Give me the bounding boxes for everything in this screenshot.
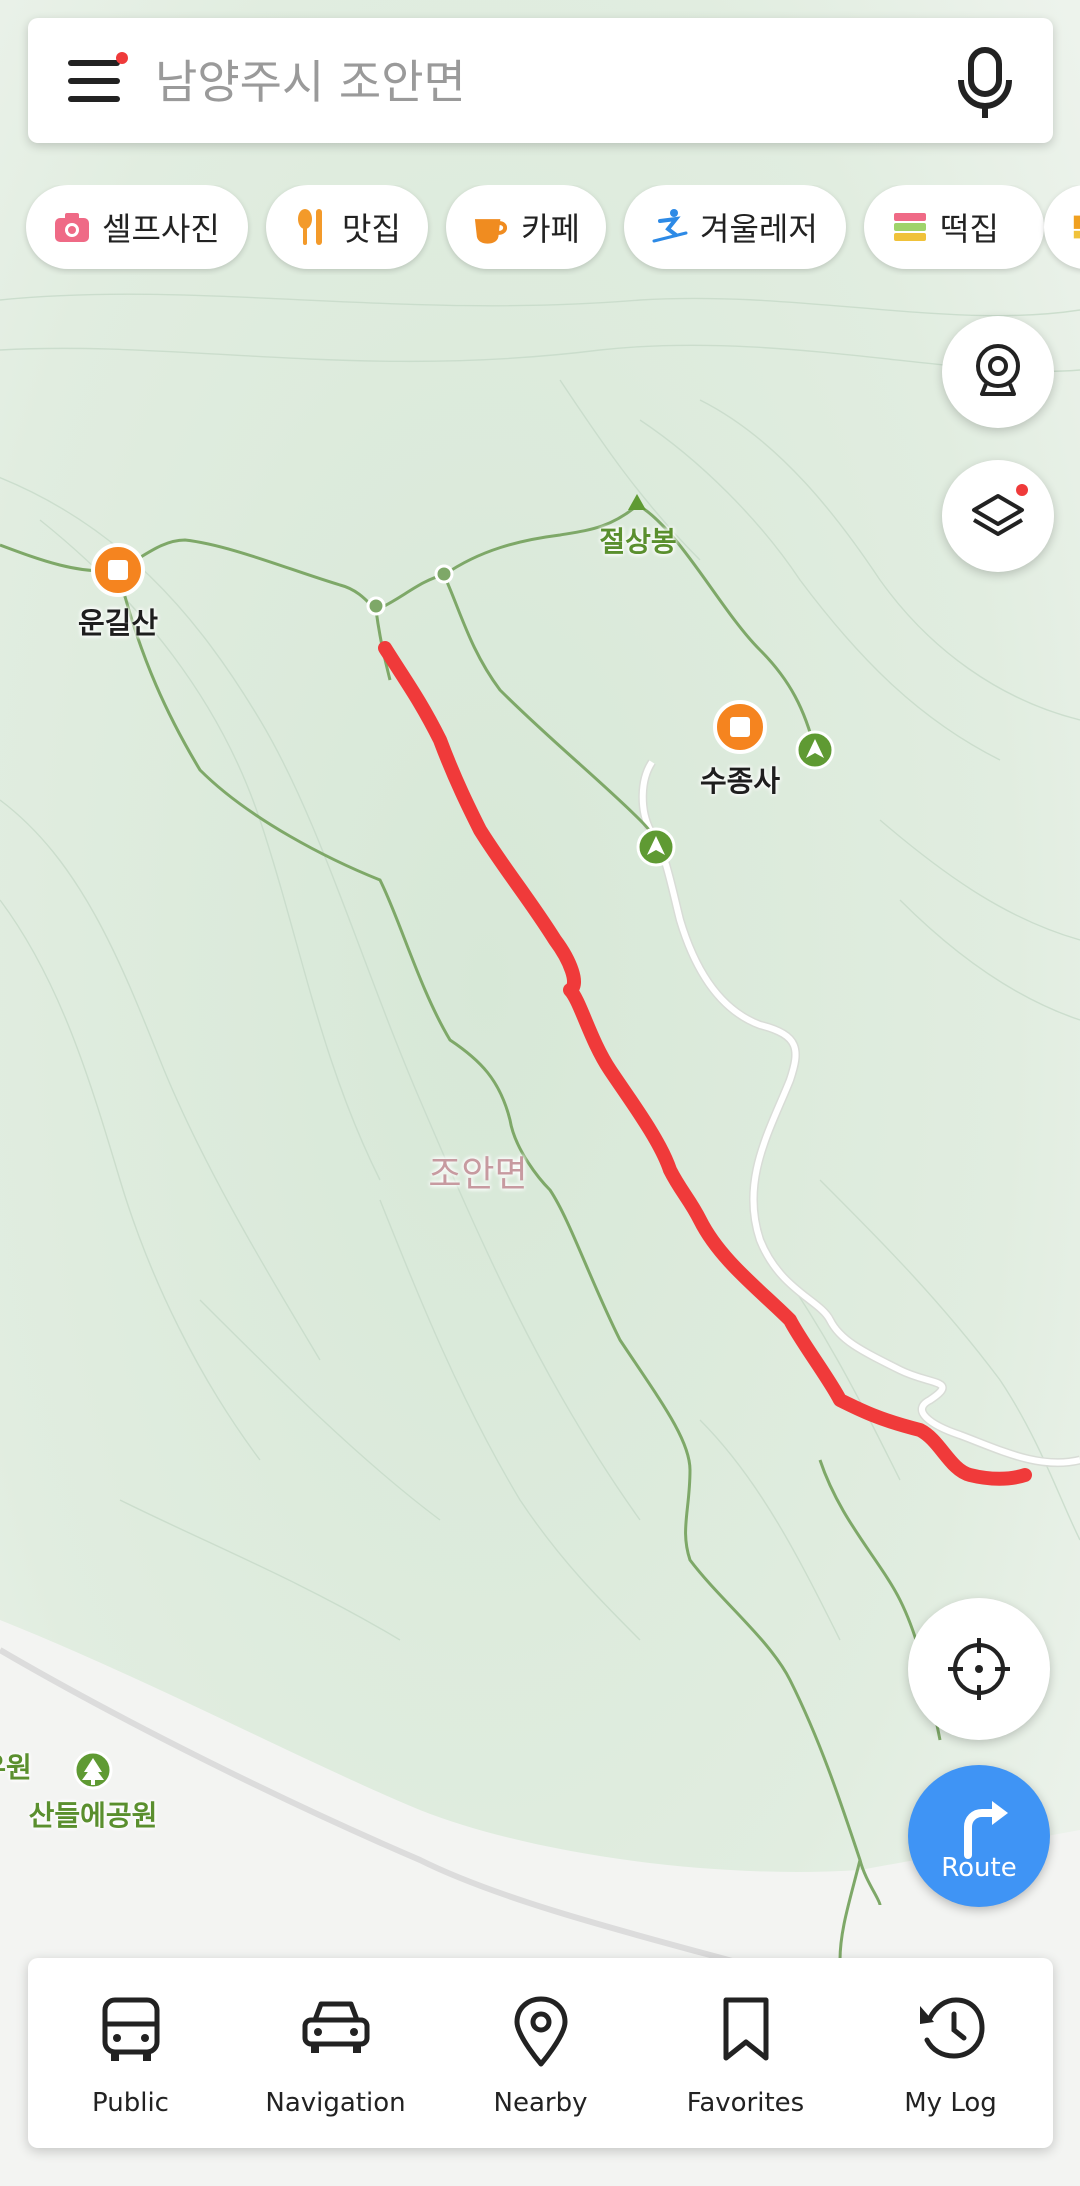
trail-junction-marker [366, 596, 386, 616]
nav-navigation[interactable]: Navigation [233, 1958, 438, 2148]
category-chips: 셀프사진 맛집 카페 겨울레저 떡집 [0, 185, 1080, 275]
coffee-cup-icon [474, 219, 508, 244]
nav-label: My Log [904, 2088, 997, 2118]
utensils-icon [298, 209, 322, 245]
chip-label: 겨울레저 [700, 210, 818, 248]
peak-label[interactable]: 절상봉 [599, 520, 676, 560]
poi-label[interactable]: 수종사 [700, 758, 780, 800]
chip-more-partial[interactable] [1044, 185, 1080, 269]
bookmark-icon [723, 1997, 768, 2061]
nav-label: Navigation [265, 2088, 406, 2118]
search-bar [28, 18, 1053, 143]
poi-label[interactable]: 운길산 [78, 600, 158, 642]
chip-label: 카페 [521, 210, 580, 248]
park-marker-icon[interactable] [73, 1750, 113, 1790]
nav-nearby[interactable]: Nearby [438, 1958, 643, 2148]
bottom-navigation-bar: Public Navigation Nearby Favorites My Lo… [28, 1958, 1053, 2148]
nav-label: Public [92, 2088, 169, 2118]
nav-label: Nearby [493, 2088, 588, 2118]
partial-edge-label: 우원 [0, 1751, 32, 1784]
menu-icon[interactable] [68, 52, 128, 106]
crosshair-icon [948, 1638, 1010, 1700]
search-input[interactable] [153, 48, 937, 116]
chip-restaurant[interactable]: 맛집 [266, 185, 428, 269]
route-button[interactable]: Route [908, 1765, 1050, 1907]
poi-marker-icon[interactable] [91, 543, 145, 597]
turn-right-arrow-icon [964, 1801, 1008, 1859]
chip-winter-leisure[interactable]: 겨울레저 [624, 185, 846, 269]
location-pin-icon [514, 1996, 567, 2067]
cctv-camera-button[interactable] [942, 316, 1054, 428]
bus-icon [102, 1997, 159, 2061]
mountain-marker-icon[interactable] [636, 827, 676, 867]
layers-icon [972, 484, 1028, 536]
chip-cafe[interactable]: 카페 [446, 185, 606, 269]
rice-cake-icon [894, 213, 926, 241]
chip-label: 맛집 [342, 210, 401, 248]
chip-label: 떡집 [940, 210, 999, 248]
car-icon [302, 2001, 369, 2053]
park-label[interactable]: 산들에공원 [29, 1794, 158, 1834]
poi-marker-icon[interactable] [713, 700, 767, 754]
chip-label: 셀프사진 [102, 210, 220, 248]
nav-public-transit[interactable]: Public [28, 1958, 233, 2148]
route-button-label: Route [941, 1853, 1017, 1883]
chip-selfie-photo[interactable]: 셀프사진 [26, 185, 248, 269]
cctv-icon [976, 344, 1020, 396]
history-icon [919, 1997, 985, 2059]
camera-icon [55, 213, 89, 242]
region-label: 조안면 [428, 1154, 528, 1195]
skier-icon [652, 209, 688, 243]
my-location-button[interactable] [908, 1598, 1050, 1740]
map-layers-button[interactable] [942, 460, 1054, 572]
partial-chip-icon [1073, 215, 1080, 239]
nav-my-log[interactable]: My Log [848, 1958, 1053, 2148]
chip-rice-cake-shop[interactable]: 떡집 [864, 185, 1044, 269]
microphone-icon[interactable] [955, 46, 1015, 120]
mountain-marker-icon[interactable] [795, 730, 835, 770]
trail-junction-marker [434, 564, 454, 584]
notification-dot [116, 52, 128, 64]
nav-favorites[interactable]: Favorites [643, 1958, 848, 2148]
nav-label: Favorites [686, 2088, 805, 2118]
